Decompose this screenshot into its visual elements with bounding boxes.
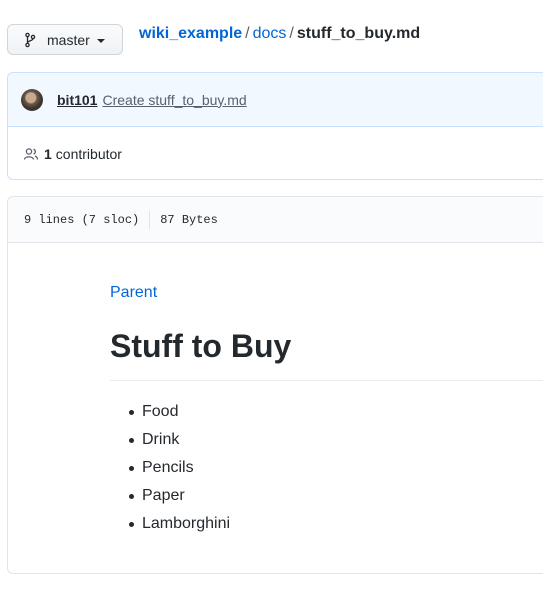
list-item: Lamborghini xyxy=(110,510,230,538)
breadcrumb: wiki_example / docs / stuff_to_buy.md xyxy=(139,24,420,44)
heading-divider xyxy=(110,380,543,381)
breadcrumb-file-name: stuff_to_buy.md xyxy=(296,25,421,42)
branch-label: master xyxy=(47,31,90,48)
commit-author-link[interactable]: bit101 xyxy=(57,92,97,108)
list-item: Food xyxy=(110,398,230,426)
file-lines-info: 9 lines (7 sloc) xyxy=(24,212,140,227)
list-item: Pencils xyxy=(110,454,230,482)
people-icon xyxy=(23,147,39,160)
list-item: Paper xyxy=(110,482,230,510)
latest-commit-box: bit101 Create stuff_to_buy.md 1 contribu… xyxy=(7,72,543,180)
commit-header: bit101 Create stuff_to_buy.md xyxy=(8,73,543,127)
file-info-bar: 9 lines (7 sloc) 87 Bytes xyxy=(8,197,543,243)
branch-select-button[interactable]: master xyxy=(7,24,123,55)
parent-link[interactable]: Parent xyxy=(110,284,157,302)
list-item: Drink xyxy=(110,426,230,454)
contributors-label: contributor xyxy=(55,145,122,162)
commit-message-link[interactable]: Create stuff_to_buy.md xyxy=(102,92,246,108)
shopping-list: Food Drink Pencils Paper Lamborghini xyxy=(110,398,230,538)
breadcrumb-separator: / xyxy=(245,25,250,42)
git-branch-icon xyxy=(25,32,36,47)
page-title: Stuff to Buy xyxy=(110,328,292,364)
file-info-divider xyxy=(149,210,151,229)
avatar[interactable] xyxy=(21,88,43,111)
page: master wiki_example / docs / stuff_to_buy.md… xyxy=(0,0,543,595)
breadcrumb-separator: / xyxy=(289,25,294,42)
chevron-down-icon xyxy=(96,38,105,43)
contributors-row[interactable]: 1 contributor xyxy=(8,127,543,179)
file-viewer: 9 lines (7 sloc) 87 Bytes Parent Stuff t… xyxy=(7,196,543,574)
breadcrumb-folder-link[interactable]: docs xyxy=(253,25,287,42)
breadcrumb-repo-link[interactable]: wiki_example xyxy=(139,25,242,42)
file-size-info: 87 Bytes xyxy=(160,212,218,227)
contributors-count: 1 xyxy=(44,145,52,162)
